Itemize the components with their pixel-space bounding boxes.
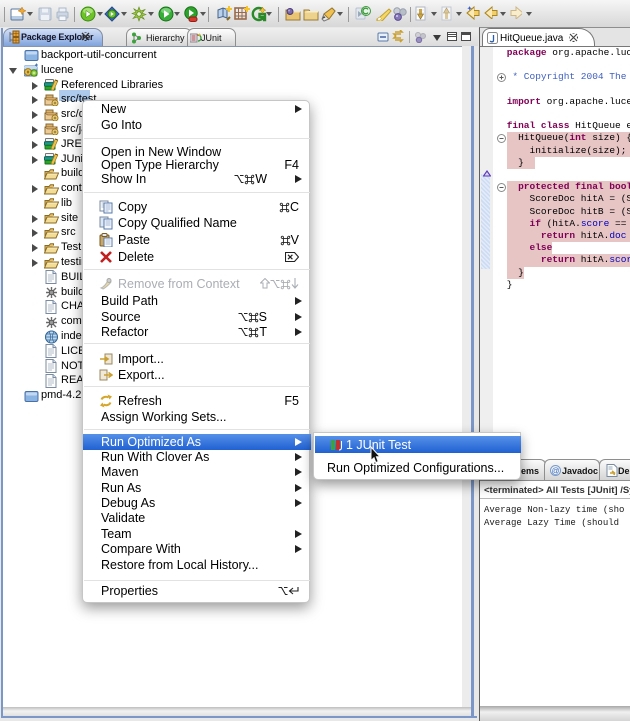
svg-text:@: @ bbox=[551, 466, 559, 475]
